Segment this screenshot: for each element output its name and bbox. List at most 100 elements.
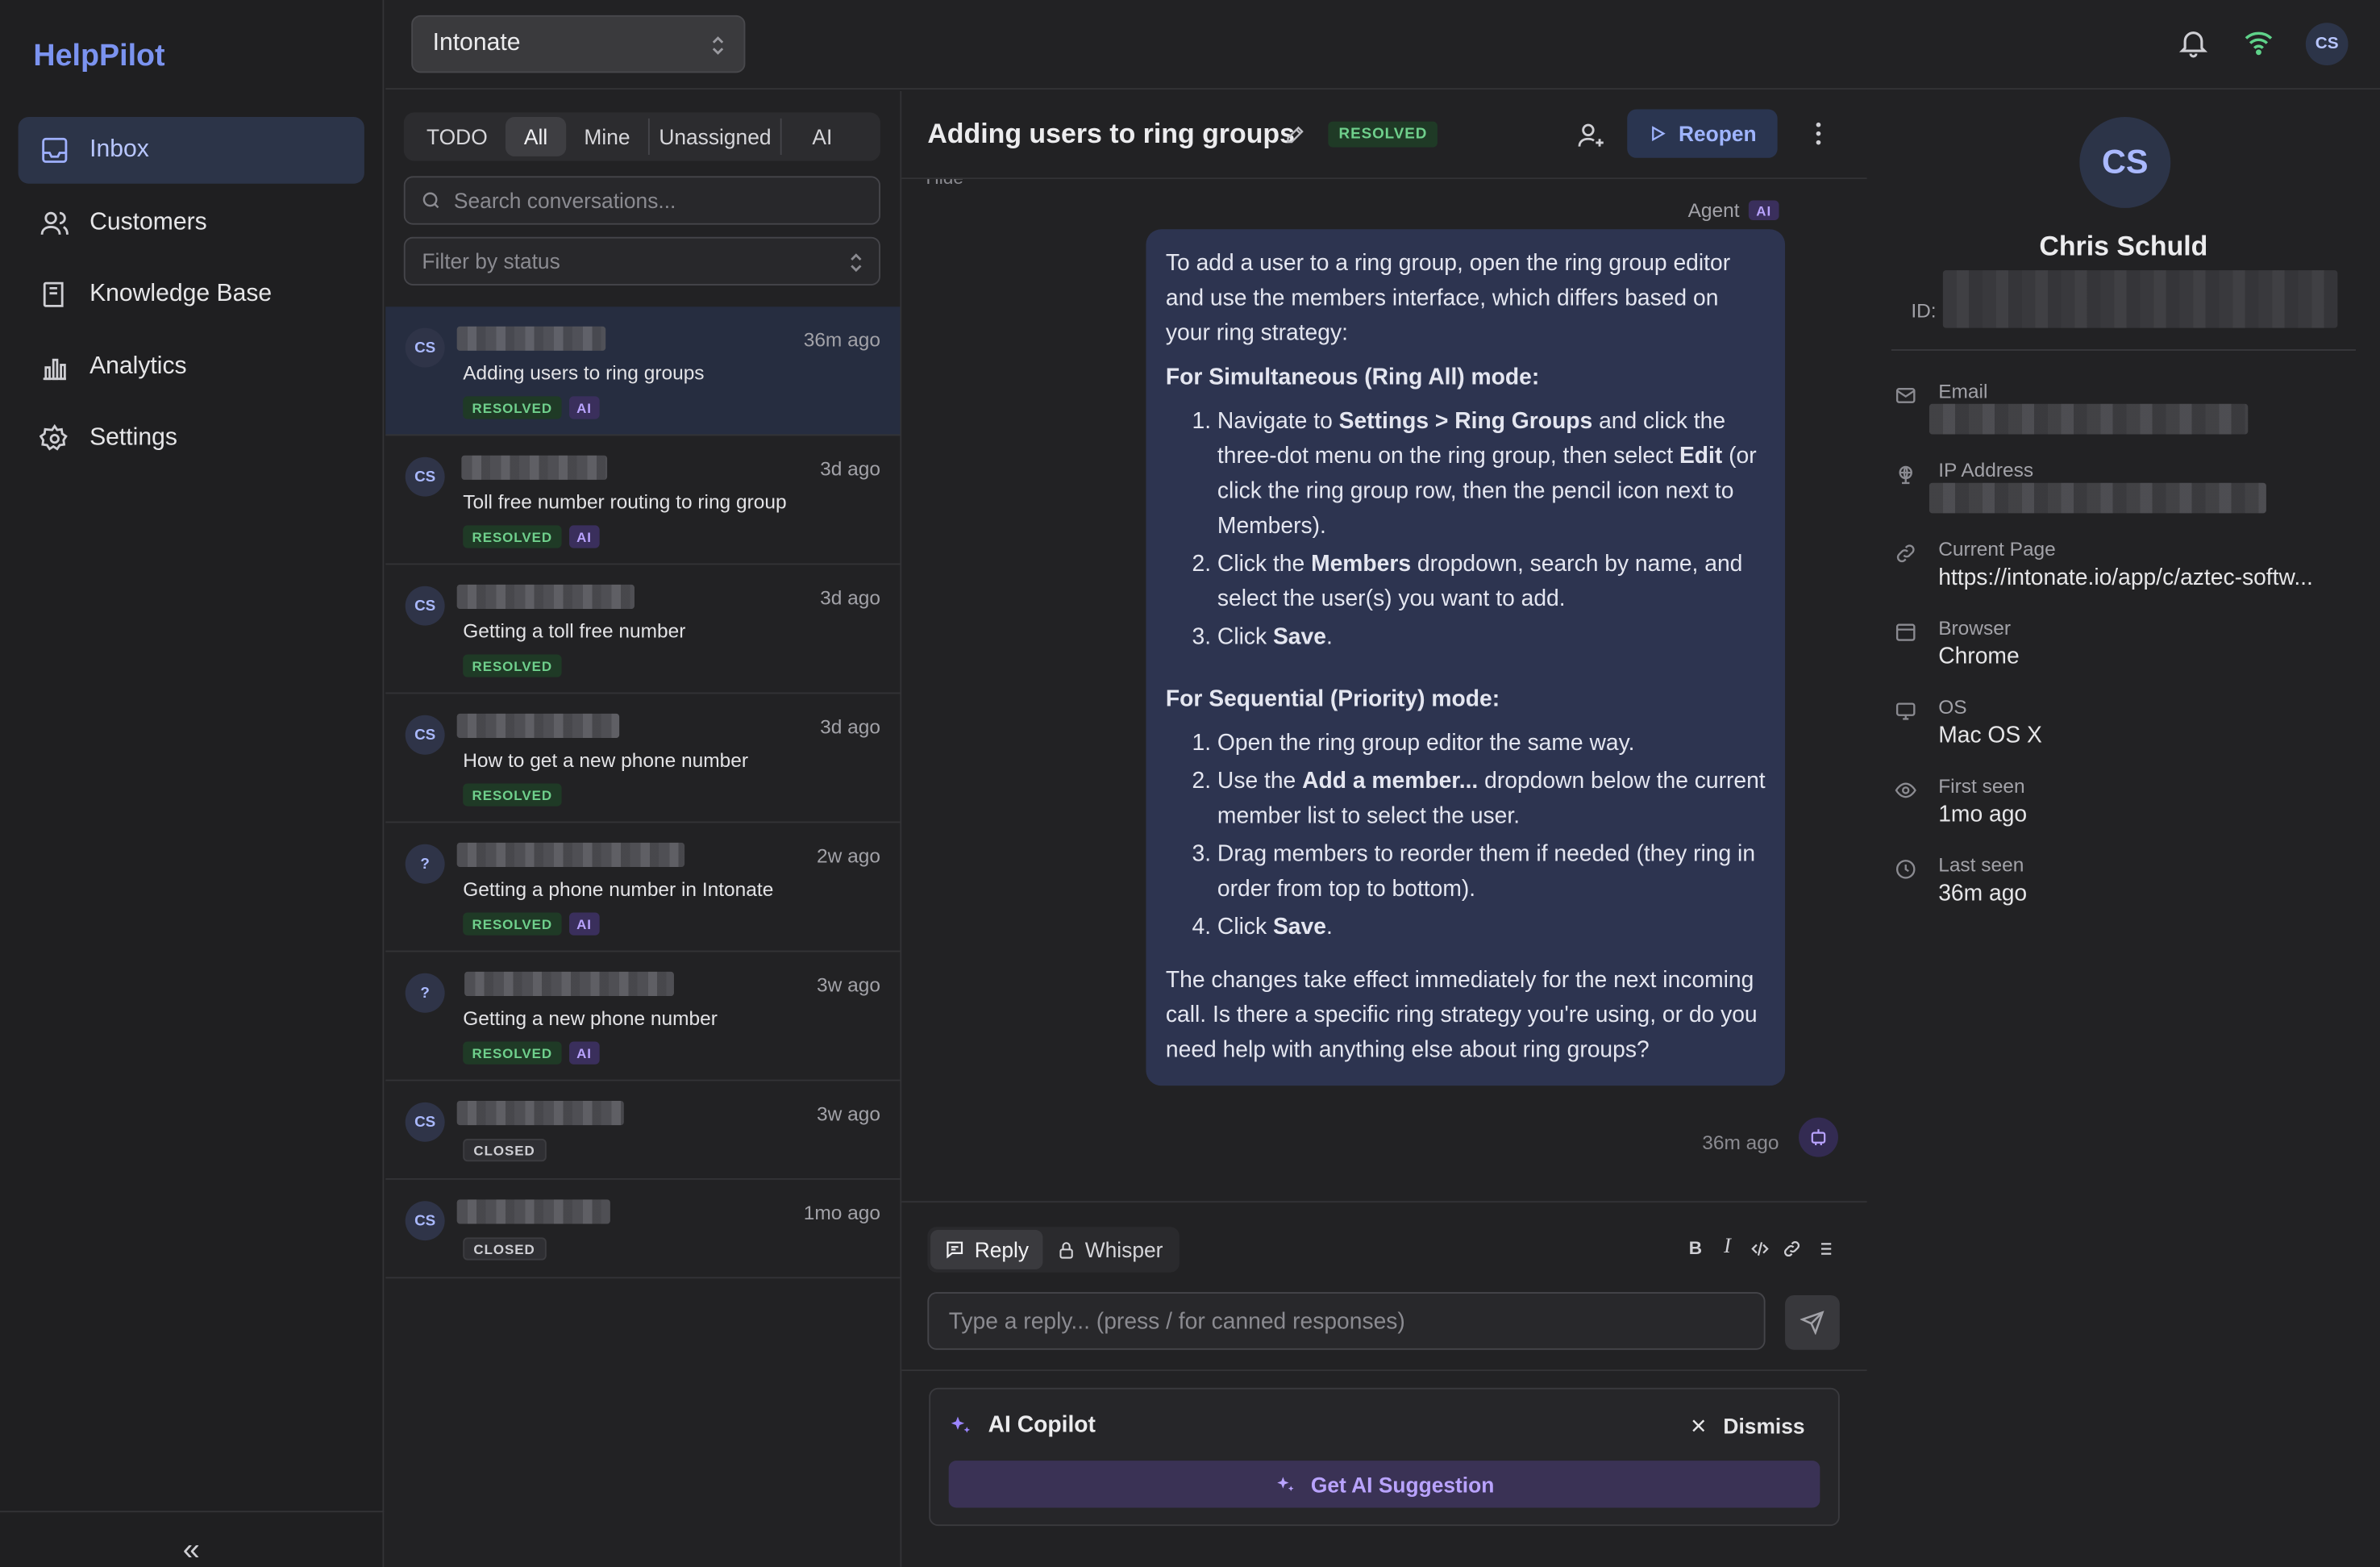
bold-button[interactable]: B — [1683, 1236, 1708, 1261]
conversation-time: 3w ago — [817, 1102, 880, 1126]
status-badge: RESOLVED — [463, 1041, 562, 1065]
message-thread: Hide Agent AI To add a user to a ring gr… — [901, 179, 1867, 1202]
current-page-link[interactable]: https://intonate.io/app/c/aztec-softw... — [1938, 565, 2363, 590]
customer-details-panel: CS Chris Schuld ID: Email IP Address Cur… — [1866, 90, 2380, 1567]
list-item[interactable]: ? 2w ago Getting a phone number in Inton… — [385, 823, 901, 952]
message-section-title: For Simultaneous (Ring All) mode: — [1165, 364, 1540, 390]
ai-badge: AI — [568, 525, 600, 548]
id-label: ID: — [1911, 298, 1937, 323]
wifi-icon — [2242, 26, 2275, 59]
search-input[interactable] — [453, 188, 864, 213]
more-options-icon[interactable] — [1804, 119, 1834, 149]
suggest-label: Get AI Suggestion — [1310, 1472, 1495, 1497]
agent-name: Agent — [1687, 198, 1740, 222]
italic-button[interactable]: I — [1715, 1236, 1739, 1261]
conversation-title: Adding users to ring groups — [927, 118, 1295, 149]
gear-icon — [39, 423, 70, 454]
brand-logo[interactable]: HelpPilot — [33, 40, 164, 74]
detail-value: 1mo ago — [1938, 802, 2028, 828]
dismiss-label: Dismiss — [1723, 1413, 1805, 1438]
user-avatar[interactable]: CS — [2305, 23, 2349, 65]
dismiss-button[interactable]: Dismiss — [1690, 1414, 1805, 1438]
list-icon[interactable] — [1811, 1236, 1835, 1261]
list-item[interactable]: CS 36m ago Adding users to ring groups R… — [385, 306, 901, 436]
workspace-select[interactable]: Intonate — [411, 15, 746, 73]
badges: CLOSED — [463, 1139, 546, 1162]
list-item[interactable]: CS 1mo ago CLOSED — [385, 1180, 901, 1279]
message-step: Navigate to Settings > Ring Groups and c… — [1217, 404, 1767, 544]
tab-todo[interactable]: TODO — [408, 117, 506, 156]
badges: RESOLVED — [463, 654, 562, 677]
monitor-icon — [1895, 700, 1917, 723]
ai-badge: AI — [568, 1041, 600, 1065]
agent-label: Agent AI — [1688, 199, 1779, 222]
tab-unassigned[interactable]: Unassigned — [650, 117, 780, 156]
ai-badge: AI — [1748, 200, 1779, 220]
reopen-label: Reopen — [1678, 121, 1757, 146]
book-icon — [40, 279, 70, 310]
avatar: CS — [405, 456, 445, 497]
send-button[interactable] — [1785, 1294, 1840, 1350]
tab-all[interactable]: All — [506, 116, 566, 156]
status-filter-select[interactable]: Filter by status — [403, 236, 880, 285]
code-icon[interactable] — [1747, 1236, 1771, 1261]
list-item[interactable]: CS 3d ago Toll free number routing to ri… — [385, 436, 901, 565]
tab-whisper[interactable]: Whisper — [1042, 1230, 1176, 1269]
badges: RESOLVED AI — [463, 912, 600, 936]
link-icon[interactable] — [1779, 1236, 1804, 1261]
status-badge: RESOLVED — [463, 396, 562, 419]
bar-chart-icon — [40, 352, 70, 383]
redacted-id — [1942, 270, 2338, 328]
workspace-select-value: Intonate — [432, 30, 521, 56]
badges: RESOLVED AI — [463, 525, 600, 548]
conversation-time: 3d ago — [820, 456, 880, 480]
tab-label: Reply — [974, 1237, 1030, 1262]
ai-badge: AI — [568, 912, 600, 936]
list-item[interactable]: CS 3d ago How to get a new phone number … — [385, 694, 901, 823]
detail-os: OS Mac OS X — [1895, 695, 2365, 768]
redacted-name — [456, 326, 606, 351]
pencil-icon[interactable] — [1284, 123, 1307, 145]
reopen-button[interactable]: Reopen — [1627, 109, 1778, 158]
tab-ai[interactable]: AI — [782, 117, 863, 156]
conversation-subject: Getting a phone number in Intonate — [463, 877, 774, 901]
message-step: Click Save. — [1217, 619, 1767, 654]
detail-value: 36m ago — [1938, 880, 2028, 906]
assign-user-icon[interactable] — [1575, 120, 1606, 151]
conversation-subject: How to get a new phone number — [463, 748, 748, 772]
hide-toggle[interactable]: Hide — [926, 179, 963, 188]
list-item[interactable]: CS 3d ago Getting a toll free number RES… — [385, 565, 901, 694]
sidebar-item-label: Analytics — [89, 353, 187, 380]
sidebar-item-settings[interactable]: Settings — [19, 406, 364, 473]
sidebar-item-inbox[interactable]: Inbox — [18, 116, 364, 184]
message-steps: Open the ring group editor the same way.… — [1166, 726, 1767, 944]
conversation-time: 2w ago — [817, 844, 880, 868]
copilot-header: AI Copilot — [949, 1412, 1096, 1438]
badges: RESOLVED — [463, 783, 562, 806]
status-badge: RESOLVED — [463, 783, 562, 806]
tab-mine[interactable]: Mine — [566, 117, 648, 156]
list-item[interactable]: CS 3w ago CLOSED — [385, 1081, 901, 1180]
redacted-name — [456, 713, 620, 738]
detail-value: Chrome — [1938, 644, 2020, 670]
reply-input[interactable] — [927, 1292, 1766, 1350]
chevron-up-down-icon — [848, 251, 863, 275]
eye-icon — [1895, 779, 1917, 802]
avatar: CS — [405, 327, 445, 368]
mail-icon — [1895, 384, 1917, 406]
inbox-icon — [40, 135, 70, 166]
collapse-sidebar-button[interactable]: « — [173, 1535, 210, 1565]
sidebar-item-knowledge-base[interactable]: Knowledge Base — [19, 261, 364, 328]
detail-label: First seen — [1938, 774, 2025, 798]
redacted-name — [456, 1199, 610, 1224]
format-toolbar: B I — [1683, 1236, 1835, 1261]
get-ai-suggestion-button[interactable]: Get AI Suggestion — [948, 1461, 1820, 1508]
sidebar-item-analytics[interactable]: Analytics — [19, 334, 364, 401]
bell-icon[interactable] — [2177, 26, 2210, 59]
conversation-subject: Adding users to ring groups — [463, 361, 705, 385]
sidebar-item-customers[interactable]: Customers — [19, 190, 364, 256]
chat-bubble-icon — [944, 1239, 965, 1260]
top-bar: Intonate CS — [385, 0, 2380, 90]
list-item[interactable]: ? 3w ago Getting a new phone number RESO… — [385, 952, 901, 1081]
tab-reply[interactable]: Reply — [930, 1229, 1043, 1269]
